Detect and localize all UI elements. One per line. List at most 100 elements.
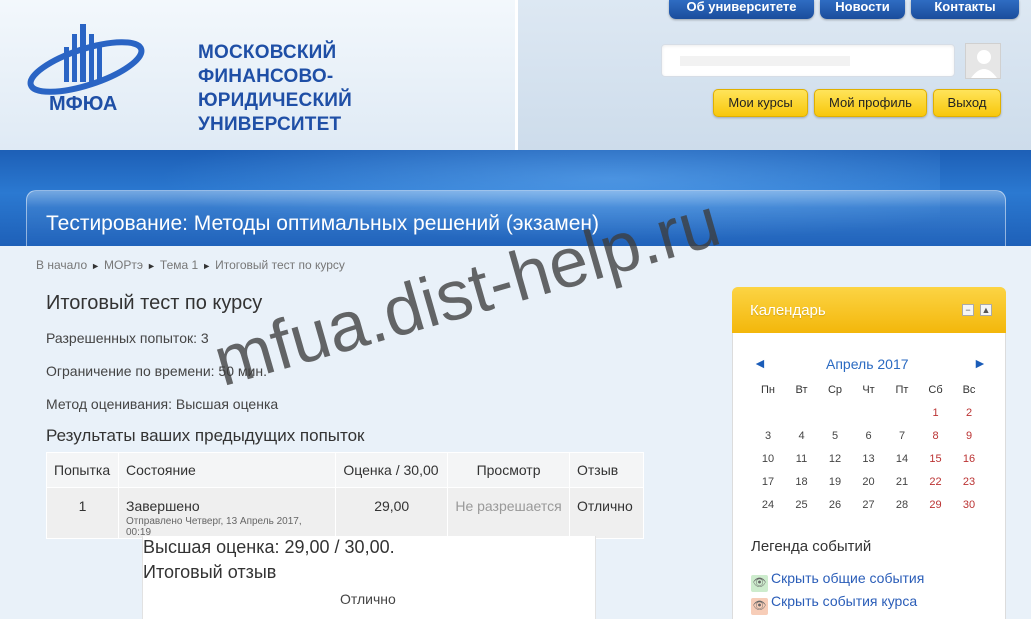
- calendar-day[interactable]: 26: [818, 499, 852, 511]
- breadcrumb-separator-icon: ►: [91, 261, 101, 271]
- university-logo[interactable]: МФЮА: [24, 22, 149, 117]
- results-heading: Результаты ваших предыдущих попыток: [46, 426, 365, 445]
- calendar-day[interactable]: 22: [919, 476, 953, 488]
- column-header-state: Состояние: [117, 452, 337, 488]
- nav-about[interactable]: Об университете: [669, 0, 814, 19]
- attempts-allowed: Разрешенных попыток: 3: [46, 330, 209, 346]
- logo-text: МФЮА: [49, 93, 117, 115]
- breadcrumb-current[interactable]: Итоговый тест по курсу: [215, 258, 345, 272]
- attempt-feedback: Отлично: [568, 487, 645, 539]
- attempt-submitted: Отправлено Четверг, 13 Апрель 2017, 00:1…: [125, 516, 302, 538]
- calendar-day[interactable]: 29: [919, 499, 953, 511]
- calendar-day[interactable]: 4: [785, 430, 819, 442]
- breadcrumb-course[interactable]: МОРтэ: [104, 258, 143, 272]
- move-up-icon[interactable]: ▲: [980, 304, 992, 316]
- attempt-number: 1: [46, 487, 119, 539]
- calendar-day[interactable]: 12: [818, 453, 852, 465]
- calendar-weekday: Вс: [962, 384, 976, 396]
- calendar-day[interactable]: 30: [952, 499, 986, 511]
- final-feedback-label: Итоговый отзыв: [143, 562, 277, 582]
- attempts-table: Попытка Состояние Оценка / 30,00 Просмот…: [46, 452, 645, 539]
- nav-news[interactable]: Новости: [820, 0, 905, 19]
- calendar-prev-icon[interactable]: ◄: [753, 355, 767, 371]
- grading-method: Метод оценивания: Высшая оценка: [46, 396, 279, 412]
- calendar-weekday: Чт: [862, 384, 875, 396]
- breadcrumb-home[interactable]: В начало: [36, 258, 87, 272]
- calendar-day[interactable]: 11: [785, 453, 819, 465]
- eye-icon: 👁: [751, 575, 768, 592]
- calendar-day[interactable]: 8: [919, 430, 953, 442]
- calendar-day[interactable]: 20: [852, 476, 886, 488]
- calendar-day[interactable]: 21: [885, 476, 919, 488]
- time-limit: Ограничение по времени: 50 мин.: [46, 363, 267, 379]
- table-row: 1 Завершено Отправлено Четверг, 13 Апрел…: [46, 487, 645, 539]
- calendar-day[interactable]: 7: [885, 430, 919, 442]
- nav-contacts[interactable]: Контакты: [911, 0, 1019, 19]
- breadcrumb-separator-icon: ►: [147, 261, 156, 271]
- calendar-weekday: Вт: [795, 384, 808, 396]
- collapse-icon[interactable]: −: [962, 304, 974, 316]
- calendar-day[interactable]: 1: [919, 407, 953, 419]
- final-feedback-value: Отлично: [340, 591, 396, 607]
- calendar-day[interactable]: 10: [751, 453, 785, 465]
- attempt-review: Не разрешается: [447, 487, 570, 539]
- calendar-day[interactable]: 14: [885, 453, 919, 465]
- calendar-day[interactable]: 6: [852, 430, 886, 442]
- legend-course-events[interactable]: 👁 Скрыть события курса: [751, 593, 917, 615]
- my-profile-button[interactable]: Мой профиль: [814, 89, 927, 117]
- legend-course-events-label[interactable]: Скрыть события курса: [771, 593, 917, 609]
- calendar-day[interactable]: 28: [885, 499, 919, 511]
- legend-global-events[interactable]: 👁 Скрыть общие события: [751, 570, 924, 592]
- calendar-day[interactable]: 3: [751, 430, 785, 442]
- column-header-attempt: Попытка: [46, 452, 119, 488]
- page-title: Тестирование: Методы оптимальных решений…: [46, 212, 599, 235]
- calendar-day[interactable]: 13: [852, 453, 886, 465]
- user-name-field[interactable]: [661, 44, 955, 77]
- calendar-day[interactable]: 19: [818, 476, 852, 488]
- column-header-feedback: Отзыв: [568, 452, 645, 488]
- calendar-day[interactable]: 18: [785, 476, 819, 488]
- calendar-weekday: Ср: [827, 384, 843, 396]
- university-name-line: УНИВЕРСИТЕТ: [198, 114, 342, 135]
- table-header-row: Попытка Состояние Оценка / 30,00 Просмот…: [46, 452, 645, 488]
- calendar-day[interactable]: 15: [919, 453, 953, 465]
- best-grade: Высшая оценка: 29,00 / 30,00.: [143, 537, 395, 557]
- legend-global-events-label[interactable]: Скрыть общие события: [771, 570, 924, 586]
- redacted-user-name: [680, 56, 850, 66]
- university-name-line: ФИНАНСОВО-: [198, 66, 334, 87]
- breadcrumb: В начало ► МОРтэ ► Тема 1 ► Итоговый тест по к…: [36, 258, 345, 272]
- quiz-title: Итоговый тест по курсу: [46, 292, 263, 314]
- logout-button[interactable]: Выход: [933, 89, 1001, 117]
- attempt-state-cell: Завершено Отправлено Четверг, 13 Апрель …: [117, 487, 337, 539]
- calendar-day[interactable]: 16: [952, 453, 986, 465]
- header-divider: [515, 0, 518, 150]
- column-header-review: Просмотр: [447, 452, 570, 488]
- university-name-line: МОСКОВСКИЙ: [198, 42, 337, 63]
- calendar-day[interactable]: 17: [751, 476, 785, 488]
- calendar-day[interactable]: 9: [952, 430, 986, 442]
- calendar-day[interactable]: 23: [952, 476, 986, 488]
- calendar-weekday: Пт: [895, 384, 909, 396]
- university-name: МОСКОВСКИЙ ФИНАНСОВО- ЮРИДИЧЕСКИЙ УНИВЕР…: [198, 41, 418, 137]
- logo-emblem-icon: МФЮА: [27, 24, 145, 115]
- calendar-weekday: Пн: [761, 384, 775, 396]
- calendar-day[interactable]: 25: [785, 499, 819, 511]
- attempt-grade: 29,00: [335, 487, 449, 539]
- calendar-weekday: Сб: [928, 384, 943, 396]
- my-courses-button[interactable]: Мои курсы: [713, 89, 808, 117]
- attempt-state: Завершено: [125, 498, 200, 514]
- eye-icon: 👁: [751, 598, 768, 615]
- events-legend-title: Легенда событий: [751, 538, 872, 555]
- breadcrumb-separator-icon: ►: [202, 261, 212, 271]
- calendar-next-icon[interactable]: ►: [973, 355, 987, 371]
- calendar-day[interactable]: 5: [818, 430, 852, 442]
- user-silhouette-icon: [971, 50, 997, 78]
- university-name-line: ЮРИДИЧЕСКИЙ: [198, 90, 352, 111]
- calendar-day[interactable]: 24: [751, 499, 785, 511]
- avatar[interactable]: [965, 43, 1001, 79]
- calendar-day[interactable]: 27: [852, 499, 886, 511]
- column-header-grade: Оценка / 30,00: [335, 452, 449, 488]
- calendar-day[interactable]: 2: [952, 407, 986, 419]
- calendar-month[interactable]: Апрель 2017: [826, 356, 909, 372]
- breadcrumb-topic[interactable]: Тема 1: [160, 258, 198, 272]
